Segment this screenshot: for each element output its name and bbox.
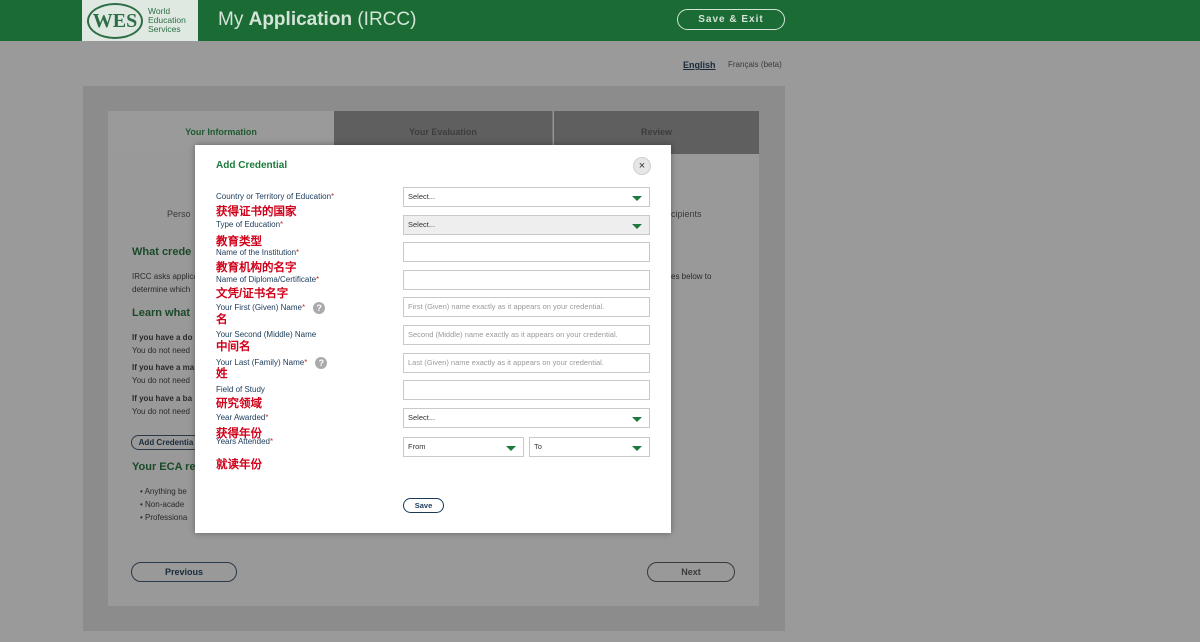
modal-title: Add Credential [216, 160, 288, 171]
country-label-zh: 获得证书的国家 [216, 206, 297, 218]
bullet-item: • Non-acade [140, 500, 185, 509]
info-item-text: You do not need [132, 407, 190, 416]
years-attended-label-zh: 就读年份 [216, 459, 262, 471]
years-attended-to-select[interactable]: To [529, 437, 650, 457]
last-name-label-zh: 姓 [216, 368, 228, 380]
language-french-link[interactable]: Français (beta) [728, 60, 782, 69]
year-awarded-select[interactable]: Select... [403, 408, 650, 428]
help-icon[interactable]: ? [313, 302, 326, 314]
last-name-label: Your Last (Family) Name*? [216, 357, 328, 369]
institution-input[interactable] [403, 242, 650, 262]
app-header: WES World Education Services My Applicat… [0, 0, 1200, 41]
years-attended-from-select[interactable]: From [403, 437, 524, 457]
intro-text-line1: IRCC asks applica [132, 272, 198, 281]
previous-button[interactable]: Previous [131, 562, 237, 582]
field-of-study-label-zh: 研究领域 [216, 398, 262, 410]
help-icon[interactable]: ? [315, 357, 328, 369]
wes-logo-mark: WES [87, 3, 143, 39]
bullet-item: • Anything be [140, 487, 187, 496]
language-english-link[interactable]: English [683, 60, 716, 70]
chevron-down-icon [632, 417, 642, 422]
education-type-select[interactable]: Select... [403, 215, 650, 235]
info-item-title: If you have a ma [132, 363, 195, 372]
country-label: Country or Territory of Education* [216, 192, 335, 201]
step-label-recipients: cipients [671, 209, 702, 219]
chevron-down-icon [632, 446, 642, 451]
add-credential-modal: Add Credential × Country or Territory of… [195, 145, 671, 533]
diploma-label: Name of Diploma/Certificate* [216, 275, 320, 284]
years-attended-label: Years Attended* [216, 437, 274, 446]
next-button[interactable]: Next [647, 562, 735, 582]
bullet-item: • Professiona [140, 513, 188, 522]
chevron-down-icon [632, 224, 642, 229]
info-item-text: You do not need [132, 346, 190, 355]
education-type-label: Type of Education* [216, 220, 284, 229]
first-name-label: Your First (Given) Name*? [216, 302, 326, 314]
middle-name-label-zh: 中间名 [216, 341, 251, 353]
intro-text-line1-end: es below to [671, 272, 712, 281]
chevron-down-icon [506, 446, 516, 451]
close-icon[interactable]: × [633, 157, 651, 175]
section-heading-eca: Your ECA re [132, 461, 196, 473]
save-button[interactable]: Save [403, 498, 444, 513]
middle-name-input[interactable]: Second (Middle) name exactly as it appea… [403, 325, 650, 345]
diploma-label-zh: 文凭/证书名字 [216, 288, 289, 300]
info-item-title: If you have a ba [132, 394, 193, 403]
section-heading-learn: Learn what [132, 307, 191, 319]
institution-label-zh: 教育机构的名字 [216, 262, 297, 274]
wes-logo-text: World Education Services [148, 6, 186, 34]
info-item-text: You do not need [132, 376, 190, 385]
field-of-study-input[interactable] [403, 380, 650, 400]
country-select[interactable]: Select... [403, 187, 650, 207]
add-credential-button[interactable]: Add Credentia [131, 435, 201, 450]
last-name-input[interactable]: Last (Given) name exactly as it appears … [403, 353, 650, 373]
field-of-study-label: Field of Study [216, 385, 265, 394]
first-name-input[interactable]: First (Given) name exactly as it appears… [403, 297, 650, 317]
step-label-person: Perso [167, 209, 191, 219]
year-awarded-label: Year Awarded* [216, 413, 269, 422]
section-heading-credentials: What crede [132, 246, 192, 258]
app-title: My Application (IRCC) [218, 9, 417, 30]
save-exit-button[interactable]: Save & Exit [677, 9, 785, 30]
first-name-label-zh: 名 [216, 314, 228, 326]
diploma-input[interactable] [403, 270, 650, 290]
chevron-down-icon [632, 196, 642, 201]
intro-text-line2: determine which [132, 285, 191, 294]
education-type-label-zh: 教育类型 [216, 236, 262, 248]
wes-logo[interactable]: WES World Education Services [82, 0, 198, 41]
institution-label: Name of the Institution* [216, 248, 300, 257]
info-item-title: If you have a do [132, 333, 193, 342]
